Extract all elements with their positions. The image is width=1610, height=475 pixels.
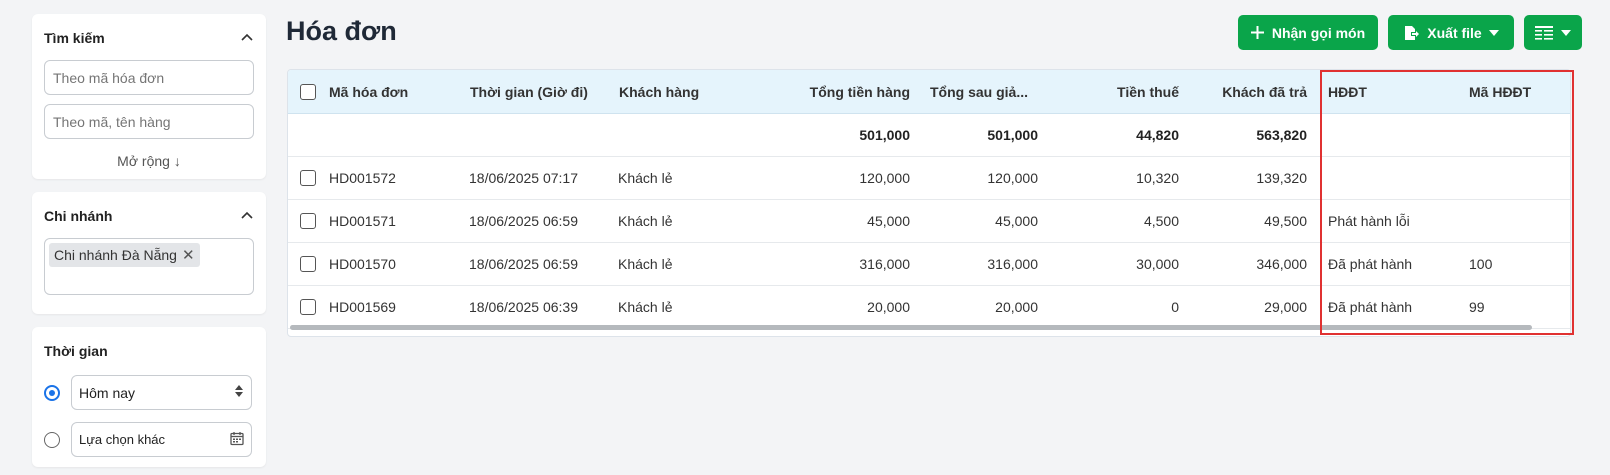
radio-today[interactable]: [44, 384, 60, 401]
after-discount: 120,000: [987, 170, 1038, 186]
paid: 346,000: [1256, 256, 1307, 272]
custom-date-picker[interactable]: Lựa chọn khác: [71, 422, 252, 457]
branch-select[interactable]: Chi nhánh Đà Nẵng ✕: [44, 238, 254, 295]
branch-tag: Chi nhánh Đà Nẵng ✕: [49, 243, 200, 267]
tax: 4,500: [1143, 213, 1179, 229]
branch-panel-title: Chi nhánh: [44, 208, 113, 224]
time-panel-title: Thời gian: [44, 343, 108, 359]
branch-tag-label: Chi nhánh Đà Nẵng: [54, 247, 177, 263]
list-columns-icon: [1535, 25, 1553, 40]
col-tax[interactable]: Tiền thuế: [1078, 70, 1179, 113]
invoice-code-search-input[interactable]: [44, 60, 254, 95]
total-sum: 501,000: [859, 127, 910, 143]
time-range-select[interactable]: Hôm nay: [71, 375, 252, 410]
radio-custom[interactable]: [44, 431, 60, 448]
tax: 10,320: [1136, 170, 1179, 186]
branch-panel: Chi nhánh Chi nhánh Đà Nẵng ✕: [32, 192, 266, 314]
time-option-today[interactable]: Hôm nay: [44, 375, 254, 410]
chevron-up-icon[interactable]: [240, 209, 254, 223]
column-settings-button[interactable]: [1524, 15, 1582, 50]
row-checkbox-cell[interactable]: [300, 286, 316, 328]
einvoice-highlight-box: [1320, 70, 1574, 335]
row-checkbox[interactable]: [300, 170, 316, 186]
search-panel: Tìm kiếm Mở rộng ↓: [32, 14, 266, 179]
row-checkbox[interactable]: [300, 213, 316, 229]
custom-date-label: Lựa chọn khác: [79, 432, 166, 447]
calendar-icon[interactable]: [230, 431, 244, 449]
export-button-label: Xuất file: [1427, 24, 1482, 41]
branch-panel-header[interactable]: Chi nhánh: [44, 204, 254, 228]
invoice-code[interactable]: HD001569: [329, 286, 396, 328]
col-time[interactable]: Thời gian (Giờ đi): [470, 70, 588, 113]
paid-sum: 563,820: [1256, 127, 1307, 143]
search-panel-header[interactable]: Tìm kiếm: [44, 26, 254, 50]
product-search-input[interactable]: [44, 104, 254, 139]
customer-name: Khách lẻ: [618, 299, 673, 315]
col-total[interactable]: Tổng tiền hàng: [758, 70, 910, 113]
customer-name: Khách lẻ: [618, 170, 673, 186]
row-checkbox[interactable]: [300, 299, 316, 315]
remove-tag-icon[interactable]: ✕: [182, 246, 195, 264]
expand-filters-link[interactable]: Mở rộng ↓: [44, 153, 254, 169]
tax-sum: 44,820: [1136, 127, 1179, 143]
after-discount-sum: 501,000: [987, 127, 1038, 143]
paid: 139,320: [1256, 170, 1307, 186]
row-checkbox-cell[interactable]: [300, 157, 316, 199]
total: 120,000: [859, 170, 910, 186]
invoice-code[interactable]: HD001570: [329, 243, 396, 285]
invoice-code[interactable]: HD001572: [329, 157, 396, 199]
caret-down-icon: [1561, 29, 1571, 36]
col-invoice-code[interactable]: Mã hóa đơn: [329, 70, 408, 113]
sort-arrows-icon: [234, 384, 244, 401]
order-button-label: Nhận gọi món: [1271, 24, 1366, 41]
customer-name: Khách lẻ: [618, 256, 673, 272]
time-range-value: Hôm nay: [79, 384, 136, 401]
plus-icon: [1250, 26, 1264, 39]
paid: 29,000: [1264, 299, 1307, 315]
time-option-custom[interactable]: Lựa chọn khác: [44, 422, 254, 457]
invoice-time: 18/06/2025 07:17: [469, 170, 578, 186]
invoice-time: 18/06/2025 06:39: [469, 299, 578, 315]
file-export-icon: [1405, 25, 1420, 40]
invoice-time: 18/06/2025 06:59: [469, 256, 578, 272]
customer-name: Khách lẻ: [618, 213, 673, 229]
order-button[interactable]: Nhận gọi món: [1238, 15, 1378, 50]
total: 316,000: [859, 256, 910, 272]
export-button[interactable]: Xuất file: [1388, 15, 1514, 50]
chevron-up-icon[interactable]: [240, 31, 254, 45]
col-after-discount[interactable]: Tổng sau giả...: [930, 70, 1028, 113]
tax: 30,000: [1136, 256, 1179, 272]
search-panel-title: Tìm kiếm: [44, 30, 105, 46]
invoice-code[interactable]: HD001571: [329, 200, 396, 242]
col-customer[interactable]: Khách hàng: [619, 70, 699, 113]
select-all-checkbox[interactable]: [300, 83, 316, 100]
invoice-time: 18/06/2025 06:59: [469, 213, 578, 229]
page-title: Hóa đơn: [286, 16, 397, 46]
tax: 0: [1171, 299, 1179, 315]
col-paid[interactable]: Khách đã trả: [1188, 70, 1307, 113]
time-panel-header: Thời gian: [44, 339, 254, 363]
caret-down-icon: [1488, 29, 1499, 36]
row-checkbox-cell[interactable]: [300, 243, 316, 285]
select-all-checkbox-cell[interactable]: [300, 70, 316, 113]
after-discount: 316,000: [987, 256, 1038, 272]
row-checkbox[interactable]: [300, 256, 316, 272]
total: 20,000: [867, 299, 910, 315]
after-discount: 20,000: [995, 299, 1038, 315]
total: 45,000: [867, 213, 910, 229]
row-checkbox-cell[interactable]: [300, 200, 316, 242]
paid: 49,500: [1264, 213, 1307, 229]
after-discount: 45,000: [995, 213, 1038, 229]
time-panel: Thời gian Hôm nay Lựa chọn khác: [32, 327, 266, 467]
